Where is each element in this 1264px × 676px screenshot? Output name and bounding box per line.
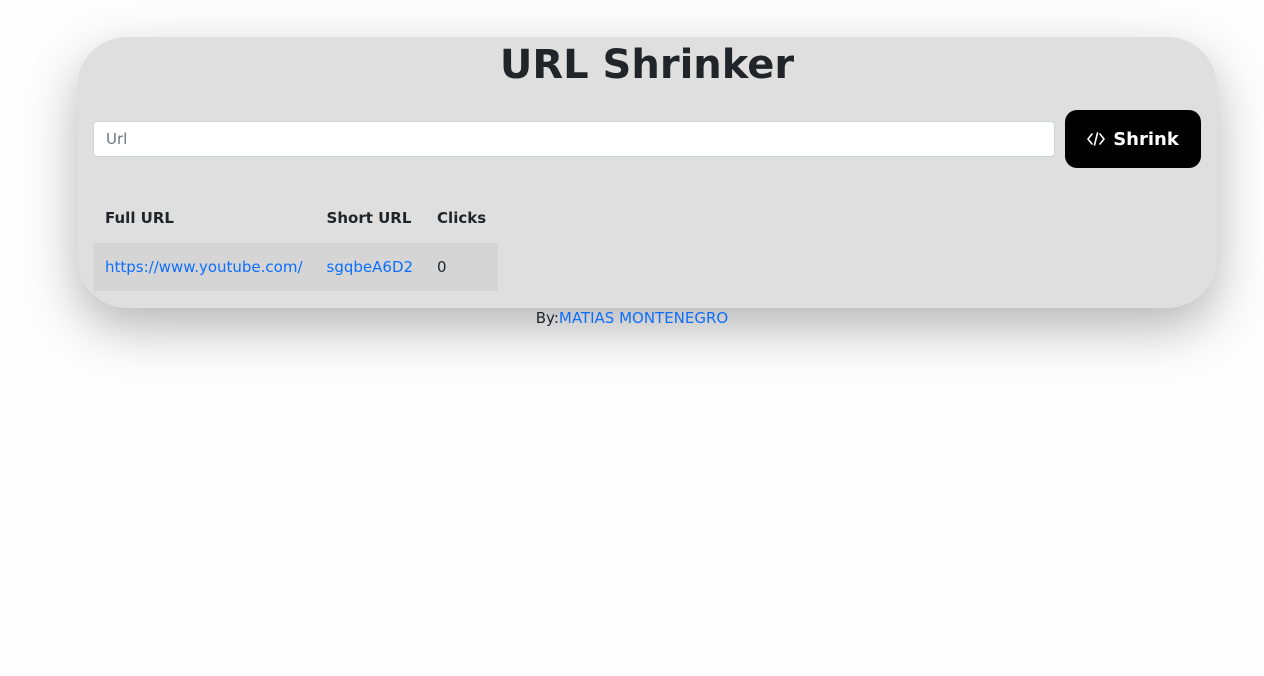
clicks-cell: 0	[425, 243, 499, 291]
footer: By:MATIAS MONTENEGRO	[0, 308, 1264, 328]
full-url-link[interactable]: https://www.youtube.com/	[105, 258, 303, 276]
table-row: https://www.youtube.com/ sgqbeA6D2 0	[93, 243, 499, 291]
shrink-button[interactable]: Shrink	[1065, 110, 1201, 168]
url-input[interactable]	[93, 121, 1055, 157]
short-url-cell: sgqbeA6D2	[314, 243, 426, 291]
shrink-button-label: Shrink	[1113, 128, 1179, 150]
full-url-cell: https://www.youtube.com/	[93, 243, 315, 291]
column-header-short-url: Short URL	[326, 209, 412, 227]
main-card: URL Shrinker Shrink Full URL Short URL C…	[77, 37, 1217, 308]
column-header-full-url: Full URL	[105, 209, 174, 227]
author-link[interactable]: MATIAS MONTENEGRO	[559, 309, 728, 327]
footer-prefix: By:	[535, 309, 559, 327]
page-title: URL Shrinker	[499, 42, 795, 88]
code-icon	[1087, 131, 1105, 147]
short-url-link[interactable]: sgqbeA6D2	[327, 258, 414, 276]
urls-table: Full URL Short URL Clicks https://www.yo…	[93, 193, 499, 291]
table-header-row: Full URL Short URL Clicks	[93, 193, 498, 243]
column-header-clicks: Clicks	[437, 209, 487, 227]
